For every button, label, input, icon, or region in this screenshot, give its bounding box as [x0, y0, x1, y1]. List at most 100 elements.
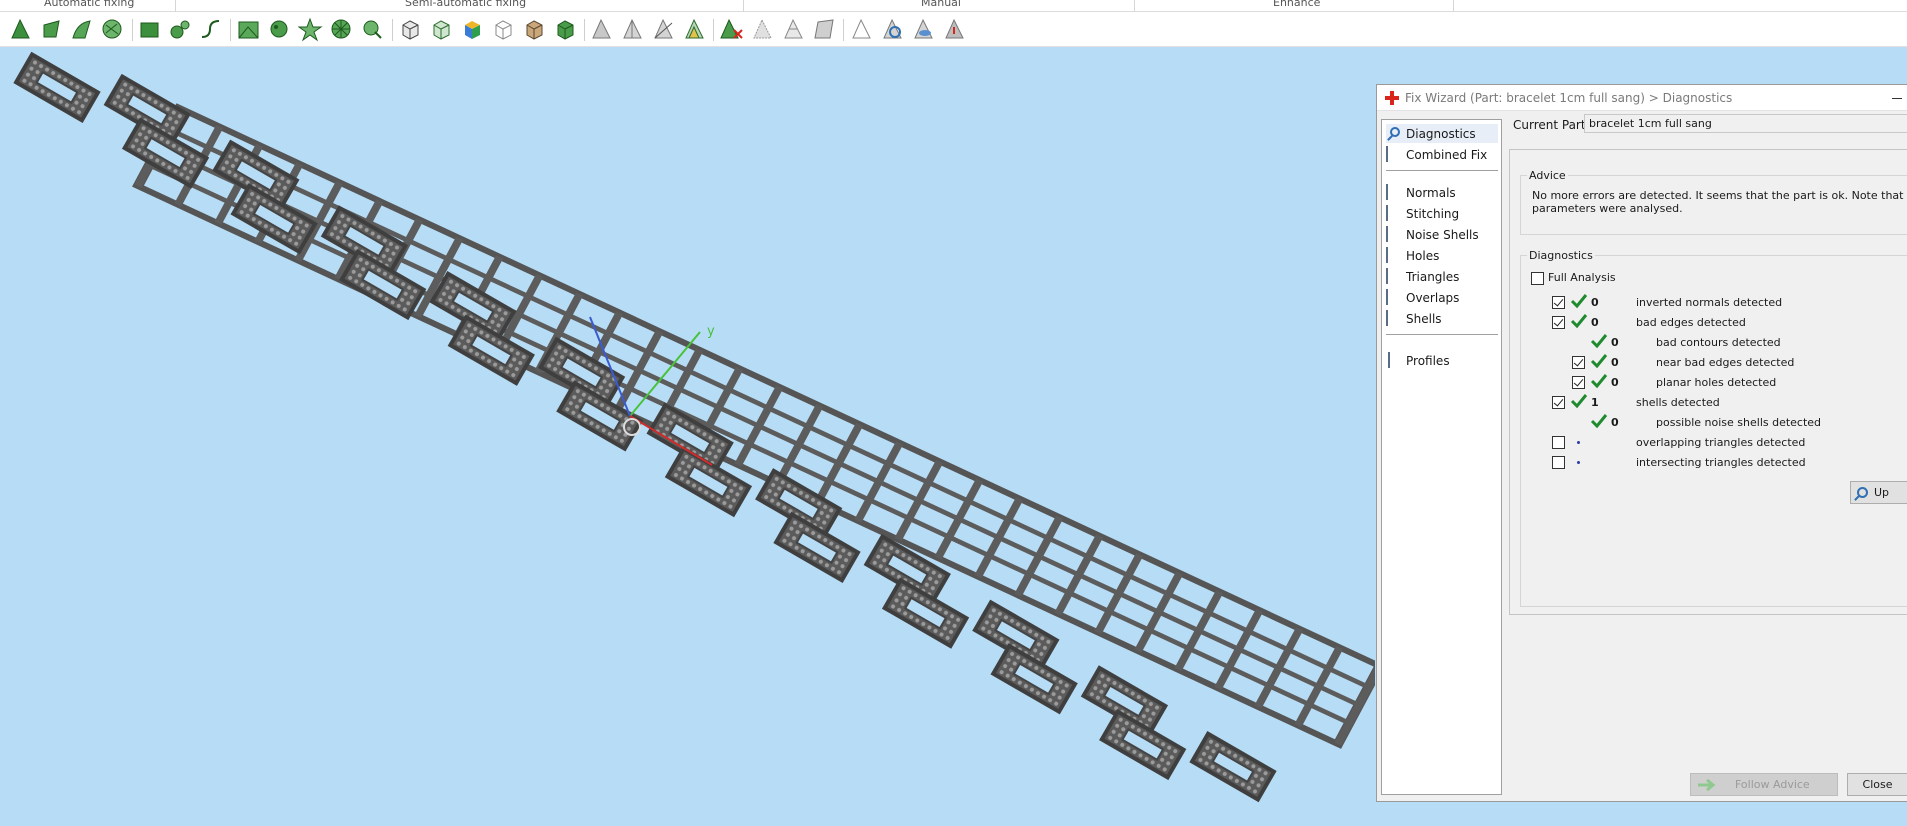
cube-solid-icon[interactable]: [398, 17, 423, 42]
triangle-multi-icon[interactable]: [682, 17, 707, 42]
normals-cube-icon: [1386, 183, 1402, 201]
curve-fix-icon[interactable]: [198, 17, 223, 42]
cube-outline-icon[interactable]: [491, 17, 516, 42]
inverted-normals-count: 0: [1591, 296, 1599, 309]
shell-nodes-icon[interactable]: [168, 17, 193, 42]
nav-item-normals[interactable]: Normals: [1386, 183, 1498, 202]
check-mark-icon: [1570, 394, 1588, 409]
shells-checkbox[interactable]: [1552, 396, 1565, 409]
noise-shells-label: possible noise shells detected: [1656, 416, 1822, 429]
nav-item-diagnostics[interactable]: Diagnostics: [1386, 124, 1498, 143]
nav-item-stitching[interactable]: Stitching: [1386, 204, 1498, 223]
triangle-wire-icon[interactable]: [781, 17, 806, 42]
current-part-field[interactable]: bracelet 1cm full sang: [1584, 114, 1907, 133]
nav-item-holes[interactable]: Holes: [1386, 246, 1498, 265]
advice-line-1: No more errors are detected. It seems th…: [1532, 189, 1907, 202]
ribbon-divider: [743, 0, 744, 12]
bad-edges-checkbox[interactable]: [1552, 316, 1565, 329]
planar-holes-checkbox[interactable]: [1572, 376, 1585, 389]
shell-sphere-icon[interactable]: [100, 17, 125, 42]
rectangle-select-icon[interactable]: [137, 17, 162, 42]
fix-wizard-dialog: Fix Wizard (Part: bracelet 1cm full sang…: [1376, 84, 1907, 802]
shells-label: shells detected: [1636, 396, 1720, 409]
triangle-eye-icon[interactable]: [911, 17, 936, 42]
star-select-icon[interactable]: [298, 17, 323, 42]
nav-item-label: Combined Fix: [1406, 147, 1488, 162]
ribbon-divider: [175, 0, 176, 12]
triangle-edit-icon[interactable]: [39, 17, 64, 42]
check-mark-icon: [1590, 334, 1608, 349]
triangle-delete-icon[interactable]: [719, 17, 744, 42]
intersecting-triangles-checkbox[interactable]: [1552, 456, 1565, 469]
cube-select-icon[interactable]: [429, 17, 454, 42]
intersecting-triangles-label: intersecting triangles detected: [1636, 456, 1806, 469]
nav-item-triangles[interactable]: Triangles: [1386, 267, 1498, 286]
fix-wizard-titlebar[interactable]: Fix Wizard (Part: bracelet 1cm full sang…: [1377, 85, 1907, 111]
nav-item-label: Triangles: [1406, 269, 1460, 284]
cube-green-icon[interactable]: [553, 17, 578, 42]
triangle-blue-icon[interactable]: [880, 17, 905, 42]
sphere-tool-icon[interactable]: [360, 17, 385, 42]
cube-icon: [1386, 145, 1402, 163]
ribbon-group-automatic-fixing[interactable]: Automatic fixing: [44, 0, 134, 9]
noise-shell-icon[interactable]: [267, 17, 292, 42]
toolbar-divider: [843, 19, 844, 41]
magnifier-icon: [1857, 487, 1868, 498]
circle-pattern-icon[interactable]: [329, 17, 354, 42]
nav-item-overlaps[interactable]: Overlaps: [1386, 288, 1498, 307]
overlapping-triangles-checkbox[interactable]: [1552, 436, 1565, 449]
ribbon-group-enhance[interactable]: Enhance: [1273, 0, 1320, 9]
toolbar-divider: [713, 19, 714, 41]
wizard-nav-panel: Diagnostics Combined Fix Normals Stitchi…: [1381, 119, 1502, 795]
follow-advice-button[interactable]: Follow Advice: [1690, 773, 1838, 796]
bracelet-model[interactable]: [13, 51, 1375, 803]
bad-edges-count: 0: [1591, 316, 1599, 329]
ribbon-group-labels: Automatic fixing Semi-automatic fixing M…: [0, 0, 1907, 12]
nav-item-shells[interactable]: Shells: [1386, 309, 1498, 328]
nav-item-label: Profiles: [1406, 353, 1450, 368]
inverted-normals-checkbox[interactable]: [1552, 296, 1565, 309]
ribbon-divider: [1453, 0, 1454, 12]
nav-item-profiles[interactable]: Profiles: [1386, 351, 1498, 370]
triangle-split-icon[interactable]: [620, 17, 645, 42]
triangle-plane-icon[interactable]: [812, 17, 837, 42]
update-button[interactable]: Up: [1850, 481, 1907, 504]
triangle-line-icon[interactable]: [651, 17, 676, 42]
triangle-faded-icon[interactable]: [750, 17, 775, 42]
triangle-outline-icon[interactable]: [849, 17, 874, 42]
planar-holes-label: planar holes detected: [1656, 376, 1777, 389]
overlapping-triangles-label: overlapping triangles detected: [1636, 436, 1806, 449]
nav-item-label: Diagnostics: [1406, 126, 1476, 141]
ribbon-group-semi-automatic-fixing[interactable]: Semi-automatic fixing: [405, 0, 526, 9]
bad-contours-count: 0: [1611, 336, 1619, 349]
nav-item-noise-shells[interactable]: Noise Shells: [1386, 225, 1498, 244]
noise-shells-count: 0: [1611, 416, 1619, 429]
advice-title: Advice: [1527, 169, 1568, 182]
near-bad-edges-count: 0: [1611, 356, 1619, 369]
close-button[interactable]: Close: [1847, 773, 1907, 796]
minimize-button[interactable]: [1889, 89, 1905, 105]
ribbon-group-manual[interactable]: Manual: [921, 0, 961, 9]
nav-item-combined-fix[interactable]: Combined Fix: [1386, 145, 1498, 164]
current-part-label: Current Part:: [1513, 118, 1590, 132]
triangle-tool-icon[interactable]: [8, 17, 33, 42]
arrow-right-icon: [1698, 778, 1716, 791]
cube-color-icon[interactable]: [460, 17, 485, 42]
pending-dot-icon: [1577, 441, 1580, 444]
triangle-gray-icon[interactable]: [589, 17, 614, 42]
cube-shaded-icon[interactable]: [522, 17, 547, 42]
full-analysis-label: Full Analysis: [1548, 271, 1616, 284]
full-analysis-checkbox[interactable]: [1531, 272, 1544, 285]
check-mark-icon: [1570, 314, 1588, 329]
nav-item-label: Shells: [1406, 311, 1442, 326]
near-bad-edges-checkbox[interactable]: [1572, 356, 1585, 369]
document-icon: [1386, 351, 1402, 369]
check-mark-icon: [1590, 354, 1608, 369]
window-title: Fix Wizard (Part: bracelet 1cm full sang…: [1405, 90, 1733, 105]
3d-viewport[interactable]: y: [0, 47, 1375, 826]
overlaps-cube-icon: [1386, 288, 1402, 306]
surface-select-icon[interactable]: [236, 17, 261, 42]
shells-cube-icon: [1386, 309, 1402, 327]
triangle-gray2-icon[interactable]: [942, 17, 967, 42]
triangle-bend-icon[interactable]: [69, 17, 94, 42]
